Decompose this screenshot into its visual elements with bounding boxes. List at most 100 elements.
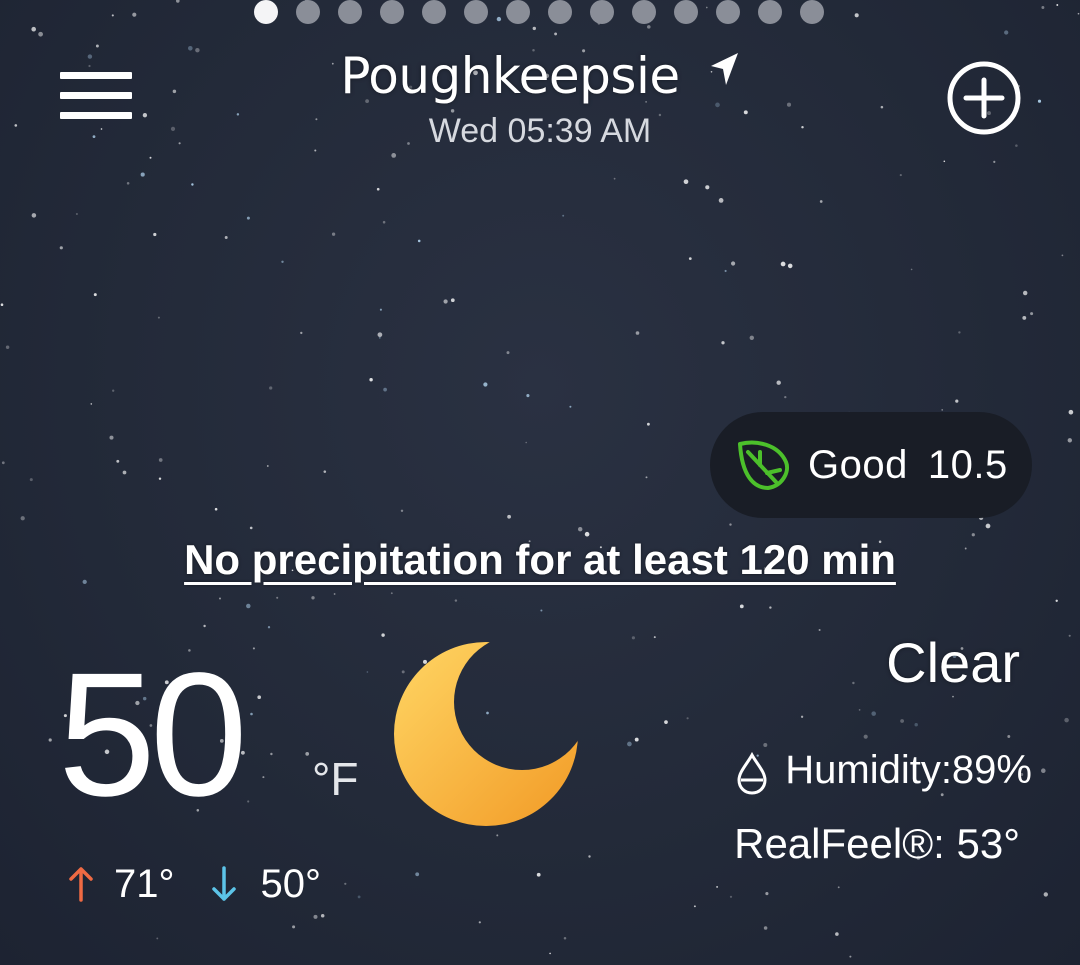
star: [250, 712, 253, 716]
star: [686, 717, 689, 720]
star: [191, 183, 194, 186]
star: [219, 597, 221, 600]
star: [993, 160, 996, 163]
star: [369, 377, 373, 382]
star: [739, 604, 744, 609]
star: [819, 200, 823, 203]
star: [376, 187, 380, 191]
star: [721, 341, 725, 345]
star: [563, 937, 567, 940]
star: [549, 952, 551, 955]
star: [506, 351, 510, 355]
star: [554, 32, 558, 36]
star: [496, 834, 499, 837]
page-indicator[interactable]: [254, 0, 824, 24]
star: [300, 331, 303, 335]
page-dot[interactable]: [464, 0, 488, 24]
star: [540, 609, 543, 612]
star: [653, 636, 656, 639]
star: [75, 212, 78, 216]
star: [214, 507, 218, 511]
star: [1007, 735, 1011, 738]
star: [276, 596, 279, 599]
star: [1, 461, 5, 465]
star: [705, 185, 710, 190]
star: [776, 380, 781, 385]
star: [634, 737, 639, 742]
star: [588, 855, 591, 858]
star: [731, 261, 736, 266]
arrow-up-icon: [69, 867, 93, 902]
star: [203, 624, 206, 628]
star: [1068, 409, 1074, 415]
star: [1004, 30, 1009, 35]
star: [381, 633, 385, 637]
star: [899, 174, 902, 177]
arrow-down-icon: [211, 866, 236, 901]
star: [311, 596, 315, 600]
add-location-icon[interactable]: [946, 60, 1022, 136]
star: [153, 232, 157, 237]
star: [140, 172, 145, 177]
star: [647, 422, 650, 426]
star: [331, 232, 336, 236]
weather-condition: Clear: [886, 631, 1020, 694]
realfeel-temperature: RealFeel®: 53°: [734, 820, 1020, 867]
star: [252, 647, 255, 650]
city-name[interactable]: Poughkeepsie: [340, 47, 680, 105]
page-dot[interactable]: [758, 0, 782, 24]
temperature-unit[interactable]: °F: [312, 752, 359, 806]
humidity-row: Humidity:89%: [735, 744, 1032, 796]
star: [729, 895, 733, 898]
star: [787, 263, 793, 269]
precipitation-forecast-link[interactable]: No precipitation for at least 120 min: [0, 536, 1080, 584]
high-temperature: 71°: [114, 861, 175, 906]
star: [126, 182, 130, 185]
star: [718, 198, 724, 203]
star: [1041, 768, 1046, 773]
star: [693, 905, 696, 908]
star: [116, 459, 120, 463]
moon-icon: [394, 642, 578, 826]
star: [366, 671, 369, 673]
star: [631, 636, 635, 640]
star: [765, 892, 769, 896]
star: [391, 153, 397, 158]
star: [536, 872, 541, 877]
location-arrow-icon: [710, 53, 738, 85]
star: [1041, 6, 1045, 9]
page-dot[interactable]: [422, 0, 446, 24]
star: [849, 955, 852, 958]
star: [635, 331, 640, 335]
page-dot[interactable]: [506, 0, 530, 24]
star: [647, 25, 651, 29]
star: [627, 741, 632, 747]
page-dot[interactable]: [800, 0, 824, 24]
star: [266, 465, 269, 467]
star: [224, 236, 228, 239]
star: [0, 303, 4, 307]
star: [683, 179, 689, 185]
page-dot[interactable]: [590, 0, 614, 24]
star: [31, 26, 36, 32]
air-quality-badge[interactable]: Good 10.5: [710, 412, 1032, 518]
star: [156, 937, 159, 940]
page-dot[interactable]: [380, 0, 404, 24]
star: [784, 395, 787, 399]
page-dot[interactable]: [296, 0, 320, 24]
page-dot[interactable]: [716, 0, 740, 24]
air-quality-label: Good: [808, 442, 908, 487]
page-dot[interactable]: [338, 0, 362, 24]
star: [958, 331, 961, 334]
star: [176, 0, 180, 3]
star: [1077, 12, 1080, 15]
page-dot[interactable]: [548, 0, 572, 24]
star: [871, 711, 876, 716]
page-dot[interactable]: [254, 0, 278, 24]
star: [985, 523, 991, 529]
star: [1056, 4, 1059, 6]
page-dot[interactable]: [674, 0, 698, 24]
page-dot[interactable]: [632, 0, 656, 24]
star: [1043, 892, 1048, 897]
current-temperature: 50: [58, 637, 248, 833]
